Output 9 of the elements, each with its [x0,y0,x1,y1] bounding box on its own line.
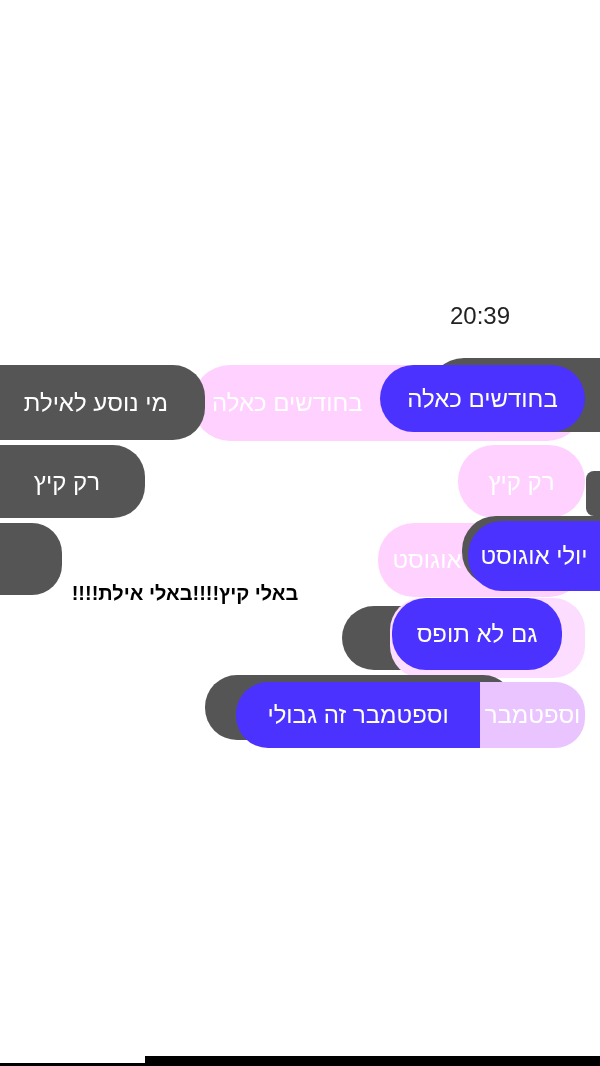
timestamp: 20:39 [449,304,510,328]
message-text: רק קיץ [33,469,100,494]
message-text: מי נוסע לאילת [23,390,168,415]
message-text: וספטמבר זה גבולי [267,703,449,727]
message-text: בחודשים כאלה [407,386,558,411]
caption-text: באלי קיץ!!!!באלי אילת!!!! [71,583,299,603]
message-text: יולי אוגוסט [480,544,588,568]
message-text: וספטמבר [484,703,581,727]
message-text: גם לא תופס [416,622,538,646]
